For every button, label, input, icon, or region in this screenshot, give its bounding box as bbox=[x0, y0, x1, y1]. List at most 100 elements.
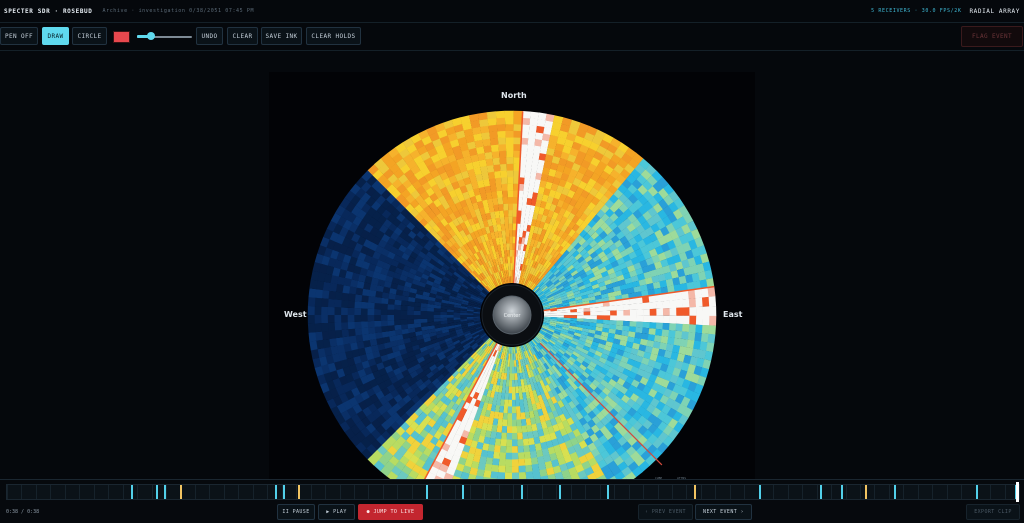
spectrogram-cell bbox=[511, 419, 517, 427]
spectrogram-cell bbox=[509, 366, 512, 374]
ink-color-swatch[interactable] bbox=[113, 31, 130, 43]
timeline-event-marker[interactable] bbox=[607, 485, 610, 499]
radial-array-viewer[interactable]: Center North East West CUBE ATTNS bbox=[269, 72, 755, 480]
timeline-flag-marker[interactable] bbox=[298, 485, 301, 499]
timeline-grid-line bbox=[816, 485, 818, 499]
spectrogram-cell bbox=[502, 190, 508, 198]
play-button[interactable]: ▶ PLAY bbox=[318, 504, 355, 520]
undo-button[interactable]: UNDO bbox=[196, 27, 223, 45]
clear-button[interactable]: CLEAR bbox=[227, 27, 258, 45]
circle-tool-button[interactable]: CIRCLE bbox=[72, 27, 107, 45]
spectrogram-cell bbox=[308, 332, 317, 342]
spectrogram-cell bbox=[400, 314, 408, 320]
view-mode-label: RADIAL ARRAY bbox=[969, 7, 1020, 15]
pause-button[interactable]: II PAUSE bbox=[277, 504, 315, 520]
spectrogram-cell bbox=[616, 304, 624, 311]
timeline-event-marker[interactable] bbox=[819, 485, 822, 499]
spectrogram-cell bbox=[522, 117, 531, 125]
timeline-event-marker[interactable] bbox=[283, 485, 286, 499]
spectrogram-cell bbox=[590, 307, 598, 312]
spectrogram-cell bbox=[334, 329, 343, 339]
spectrogram-cell bbox=[518, 458, 526, 467]
timeline-event-marker[interactable] bbox=[462, 485, 465, 499]
radial-spectrogram[interactable]: Center bbox=[269, 72, 755, 480]
spectrogram-cell bbox=[420, 310, 428, 315]
spectrogram-cell bbox=[511, 366, 515, 374]
draw-tool-button[interactable]: DRAW bbox=[42, 27, 69, 45]
timeline-event-marker[interactable] bbox=[163, 485, 166, 499]
spectrogram-cell bbox=[505, 137, 514, 145]
spectrogram-cell bbox=[509, 243, 513, 250]
spectrogram-cell bbox=[515, 399, 520, 407]
spectrogram-cell bbox=[373, 314, 381, 321]
spectrogram-cell bbox=[486, 111, 497, 120]
spectrogram-cell bbox=[515, 406, 521, 414]
receiver-stats: 5 RECEIVERS · 30.0 FPS/2K bbox=[871, 8, 962, 14]
timeline-flag-marker[interactable] bbox=[865, 485, 868, 499]
spectrogram-cell bbox=[707, 286, 716, 298]
spectrogram-cell bbox=[655, 322, 664, 330]
spectrogram-cell bbox=[511, 380, 516, 387]
spectrogram-cell bbox=[501, 432, 507, 440]
timeline-grid-line bbox=[859, 485, 861, 499]
compass-north-label: North bbox=[501, 91, 527, 100]
timeline-event-marker[interactable] bbox=[425, 485, 428, 499]
spectrogram-cell bbox=[501, 176, 508, 185]
timeline-flag-marker[interactable] bbox=[180, 485, 183, 499]
spectrogram-cell bbox=[407, 305, 415, 311]
spectrogram-cell bbox=[505, 130, 514, 138]
timeline-event-marker[interactable] bbox=[521, 485, 524, 499]
pen-toggle-button[interactable]: PEN OFF bbox=[0, 27, 38, 45]
spectrogram-cell bbox=[506, 249, 510, 257]
spectrogram-cell bbox=[570, 312, 578, 316]
spectrogram-cell bbox=[496, 425, 503, 433]
spectrogram-cell bbox=[508, 203, 513, 211]
timeline-event-marker[interactable] bbox=[893, 485, 896, 499]
spectrogram-cell bbox=[695, 297, 703, 308]
timeline-event-marker[interactable] bbox=[976, 485, 979, 499]
spectrogram-cell bbox=[340, 314, 348, 323]
timeline-grid-line bbox=[21, 485, 23, 499]
timeline-event-marker[interactable] bbox=[758, 485, 761, 499]
spectrogram-cell bbox=[681, 331, 689, 340]
timeline-event-marker[interactable] bbox=[275, 485, 278, 499]
timeline-event-marker[interactable] bbox=[131, 485, 134, 499]
spectrogram-cell bbox=[669, 299, 677, 309]
jump-to-live-button[interactable]: ● JUMP TO LIVE bbox=[358, 504, 423, 520]
spectrogram-cell bbox=[521, 124, 530, 132]
spectrogram-cell bbox=[674, 330, 683, 339]
export-clip-button[interactable]: EXPORT CLIP bbox=[966, 504, 1020, 520]
spectrogram-cell bbox=[509, 236, 513, 244]
spectrogram-cell bbox=[380, 303, 388, 310]
event-timeline-track[interactable] bbox=[6, 484, 1020, 500]
spectrogram-cell bbox=[374, 296, 382, 304]
flag-event-button[interactable]: FLAG EVENT bbox=[961, 26, 1023, 47]
spectrogram-cell bbox=[354, 294, 363, 302]
spectrogram-cell bbox=[507, 190, 514, 198]
timeline-event-marker[interactable] bbox=[840, 485, 843, 499]
timeline-grid-line bbox=[108, 485, 110, 499]
spectrogram-cell bbox=[696, 306, 704, 316]
spectrogram-cell bbox=[387, 304, 395, 310]
spectrogram-cell bbox=[446, 314, 454, 318]
spectrogram-cell bbox=[360, 314, 368, 322]
spectrogram-cell bbox=[341, 329, 350, 338]
spectrogram-cell bbox=[433, 314, 441, 319]
timeline-flag-marker[interactable] bbox=[694, 485, 697, 499]
spectrogram-cell bbox=[327, 322, 336, 332]
timeline-event-marker[interactable] bbox=[558, 485, 561, 499]
timeline-event-marker[interactable] bbox=[155, 485, 158, 499]
prev-event-button[interactable]: ‹ PREV EVENT bbox=[638, 504, 693, 520]
spectrogram-cell bbox=[622, 320, 631, 327]
playhead-handle[interactable] bbox=[1016, 482, 1019, 502]
spectrogram-cell bbox=[393, 309, 401, 315]
timeline-grid-line bbox=[729, 485, 731, 499]
save-ink-button[interactable]: SAVE INK bbox=[261, 27, 302, 45]
spectrogram-cell bbox=[669, 323, 677, 331]
spectrogram-cell bbox=[576, 308, 584, 313]
clear-holds-button[interactable]: CLEAR HOLDS bbox=[306, 27, 361, 45]
spectrogram-cell bbox=[393, 304, 401, 311]
stroke-width-handle[interactable] bbox=[146, 32, 155, 40]
next-event-button[interactable]: NEXT EVENT › bbox=[695, 504, 752, 520]
spectrogram-cell bbox=[675, 299, 684, 308]
